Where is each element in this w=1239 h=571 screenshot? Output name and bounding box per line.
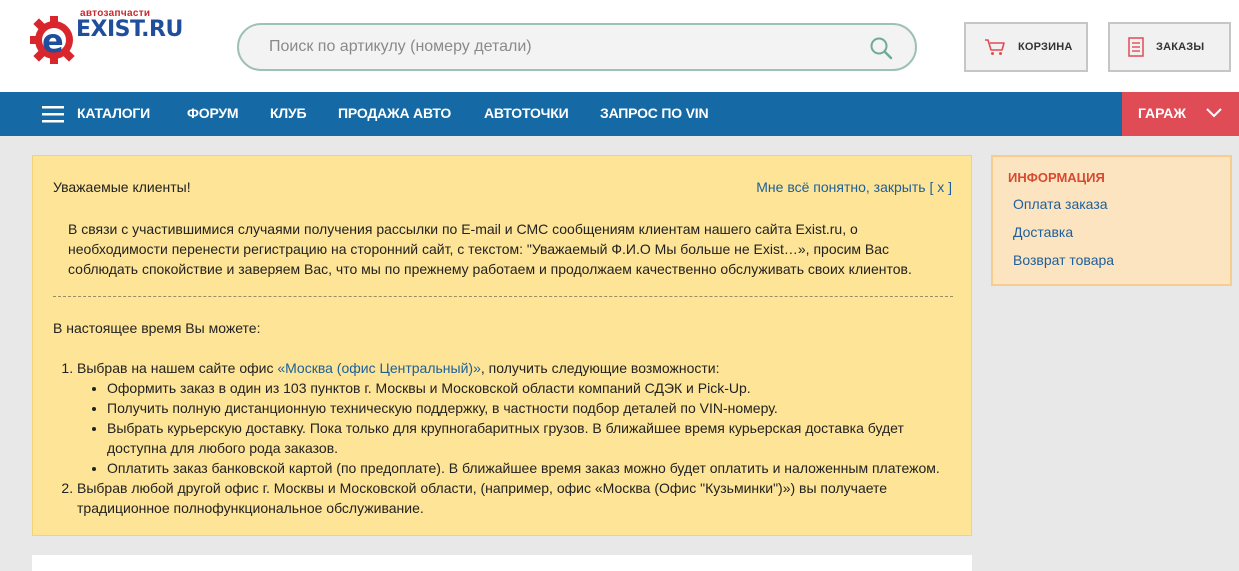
notice-panel: Уважаемые клиенты! Мне всё понятно, закр… — [32, 155, 972, 536]
notice-options-heading: В настоящее время Вы можете: — [53, 320, 261, 336]
option-item-1-text-before: Выбрав на нашем сайте офис — [77, 360, 278, 376]
nav-item-autopoints[interactable]: АВТОТОЧКИ — [484, 105, 569, 121]
logo-name: EXIST.RU — [76, 17, 183, 42]
search-box — [237, 23, 917, 71]
site-header: e автозапчасти EXIST.RU КОРЗИНА ЗАКАЗЫ — [0, 0, 1239, 92]
search-icon[interactable] — [869, 36, 893, 60]
info-panel: ИНФОРМАЦИЯ Оплата заказа Доставка Возвра… — [991, 155, 1232, 286]
nav-item-forum[interactable]: ФОРУМ — [187, 105, 239, 121]
option-sub-item: Оплатить заказ банковской картой (по пре… — [107, 458, 953, 478]
option-item-1-text-after: , получить следующие возможности: — [480, 360, 720, 376]
info-link-payment[interactable]: Оплата заказа — [1013, 196, 1108, 212]
option-sub-item: Оформить заказ в один из 103 пунктов г. … — [107, 378, 953, 398]
option-sub-item: Выбрать курьерскую доставку. Пока только… — [107, 418, 953, 458]
option-item-1: Выбрав на нашем сайте офис «Москва (офис… — [77, 358, 953, 478]
nav-item-vin-request[interactable]: ЗАПРОС ПО VIN — [600, 105, 709, 121]
office-central-link[interactable]: «Москва (офис Центральный)» — [277, 360, 481, 376]
info-link-returns[interactable]: Возврат товара — [1013, 252, 1114, 268]
option-sub-item: Получить полную дистанционную техническу… — [107, 398, 953, 418]
orders-button[interactable]: ЗАКАЗЫ — [1108, 22, 1231, 72]
svg-text:e: e — [42, 22, 64, 60]
info-link-delivery[interactable]: Доставка — [1013, 224, 1073, 240]
cart-label: КОРЗИНА — [1018, 41, 1073, 53]
orders-list-icon — [1128, 37, 1144, 57]
cart-button[interactable]: КОРЗИНА — [964, 22, 1088, 72]
chevron-down-icon — [1206, 108, 1222, 118]
garage-label: ГАРАЖ — [1138, 105, 1187, 121]
gear-logo-icon: e — [30, 16, 75, 64]
nav-item-club[interactable]: КЛУБ — [270, 105, 307, 121]
notice-greeting: Уважаемые клиенты! — [53, 179, 191, 195]
search-input[interactable] — [269, 38, 859, 56]
notice-options-list: Выбрав на нашем сайте офис «Москва (офис… — [53, 358, 953, 518]
notice-paragraph: В связи с участившимися случаями получен… — [68, 221, 912, 277]
nav-item-catalogs[interactable]: КАТАЛОГИ — [77, 105, 150, 121]
notice-close-link[interactable]: Мне всё понятно, закрыть [ x ] — [756, 179, 952, 195]
garage-button[interactable]: ГАРАЖ — [1122, 92, 1239, 136]
info-title: ИНФОРМАЦИЯ — [1008, 170, 1105, 185]
content-card — [32, 555, 972, 571]
option-item-2: Выбрав любой другой офис г. Москвы и Мос… — [77, 478, 953, 518]
nav-item-car-sales[interactable]: ПРОДАЖА АВТО — [338, 105, 451, 121]
orders-label: ЗАКАЗЫ — [1156, 41, 1205, 53]
notice-divider — [53, 296, 953, 297]
cart-icon — [985, 39, 1005, 55]
main-nav: КАТАЛОГИ ФОРУМ КЛУБ ПРОДАЖА АВТО АВТОТОЧ… — [0, 92, 1239, 136]
exist-logo[interactable]: e автозапчасти EXIST.RU — [30, 8, 183, 70]
hamburger-menu-icon[interactable] — [42, 105, 64, 123]
